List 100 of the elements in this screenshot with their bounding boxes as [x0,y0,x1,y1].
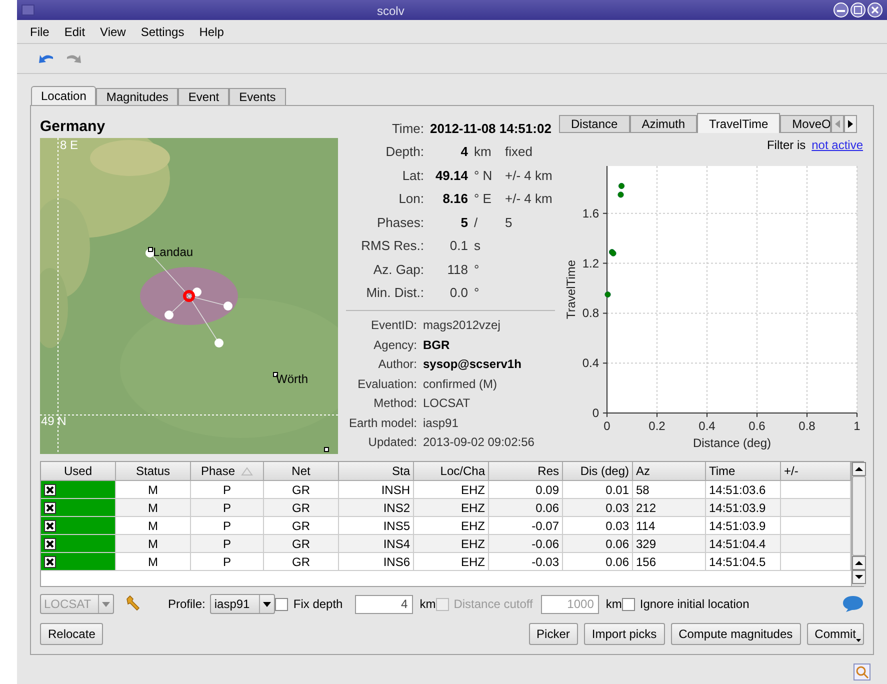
unit-label: ° [474,260,480,278]
action-button[interactable]: Import picks [584,623,665,645]
tab[interactable]: TravelTime [697,113,780,133]
minimize-icon[interactable] [833,2,849,18]
tick-label: 0.6 [748,419,766,433]
checkbox[interactable] [44,484,56,496]
relocate-button[interactable]: Relocate [40,623,104,645]
caret-icon [102,602,110,606]
table-cell-text: 0.06 [606,554,629,570]
tab[interactable]: Azimuth [630,115,698,133]
tab[interactable]: Distance [559,115,630,133]
field-label: Evaluation: [356,376,417,393]
tab[interactable]: Location [31,86,96,105]
maximize-icon[interactable] [850,2,866,18]
menu-item[interactable]: View [100,22,126,40]
unit-label: ° N [474,166,494,184]
grid-label: 8 E [60,138,78,152]
checkbox[interactable] [44,538,56,550]
station-marker[interactable] [224,302,232,310]
dropdown[interactable]: iasp91 [210,594,276,614]
close-icon[interactable] [867,2,883,18]
table-cell-text: INSH [381,482,410,498]
city-label: Landau [153,245,194,259]
field-value: 2012-11-08 14:51:02 [430,120,552,138]
table-cell-text: EHZ [461,500,485,516]
input-field[interactable]: 4 [354,594,413,614]
table-cell-text: 14:51:04.5 [709,554,766,570]
city-marker [273,372,278,377]
table-cell-text: EHZ [461,554,485,570]
field-label: RMS Res.: [360,237,424,255]
unit-label: ° E [474,190,492,208]
table-cell-text: 0.03 [606,518,629,534]
column-header[interactable]: Az [636,462,650,480]
tick-label: 0.4 [698,419,716,433]
table-cell-text: INS5 [383,518,410,534]
tab[interactable]: Events [229,88,286,105]
action-button[interactable]: Compute magnitudes [670,623,801,645]
field-value: confirmed (M) [423,376,498,393]
table-cell-text: INS2 [383,500,410,516]
checkbox[interactable] [275,598,288,610]
scroll-right-button[interactable] [844,115,858,133]
field-extra: +/- 4 km [505,166,552,184]
field-value: 8.16 [442,190,468,208]
field-value: mags2012vzej [423,317,500,334]
action-button[interactable]: Commit [806,623,864,645]
field-label: Agency: [372,336,417,354]
speech-bubble-icon[interactable] [842,595,864,613]
right-arrow-icon [848,120,854,128]
field-value: sysop@scserv1h [423,356,522,374]
tick-label: 0 [592,406,599,420]
field-value: 5 [460,214,468,232]
column-header[interactable]: +/- [784,462,798,480]
table-cell-text: GR [292,518,310,534]
checkbox[interactable] [44,502,56,514]
table-cell-text: GR [292,536,310,552]
wrench-icon[interactable] [124,595,142,613]
station-marker[interactable] [192,288,202,296]
tab[interactable]: Event [178,88,230,105]
table-cell-text: P [222,536,231,552]
checkbox[interactable] [44,520,56,532]
field-label: Profile: [168,596,206,613]
checkbox-label: Ignore initial location [640,596,750,613]
field-value: 118 [446,260,468,278]
station-marker[interactable] [164,310,174,320]
scrollbar-thumb[interactable] [852,476,866,556]
field-label: Method: [372,395,417,412]
vertical-scrollbar[interactable] [851,462,866,586]
table-cell-text: -0.07 [532,518,559,534]
table-cell-text: 0.06 [536,500,559,516]
menu-item[interactable]: Settings [140,22,184,40]
field-label: Time: [390,120,424,138]
menu-item[interactable]: Help [199,22,224,40]
unit-label: km [474,143,492,161]
table-cell-text: -0.06 [532,536,559,552]
tick-label: 0.8 [582,306,599,320]
table-cell-text: 14:51:03.9 [709,518,766,534]
city-marker [148,247,153,252]
filter-link[interactable]: not active [812,136,863,154]
tick-label: 0 [604,419,610,433]
menu-item[interactable]: File [30,22,50,40]
checkbox[interactable] [622,598,635,610]
menu-item[interactable]: Edit [64,22,86,40]
unit-label: / [474,214,479,232]
field-label: Phases: [376,214,424,232]
station-marker[interactable] [214,338,224,348]
tab[interactable]: Magnitudes [96,88,178,105]
table-cell-text: 58 [636,482,650,498]
field-label: Earth model: [348,414,417,432]
tab[interactable]: MoveO [780,115,832,133]
checkbox[interactable] [44,556,56,568]
action-button[interactable]: Picker [528,623,578,645]
axis-title: TravelTime [564,260,578,320]
field-value: 49.14 [434,166,468,184]
unit-label: km [420,596,436,613]
table-cell-text: GR [292,554,310,570]
table-cell-text: 0.06 [606,536,629,552]
table-cell-text: 329 [636,536,656,552]
table-cell-text: 212 [636,500,656,516]
field-value: iasp91 [423,414,458,432]
table-cell-text: 14:51:04.4 [709,536,766,552]
